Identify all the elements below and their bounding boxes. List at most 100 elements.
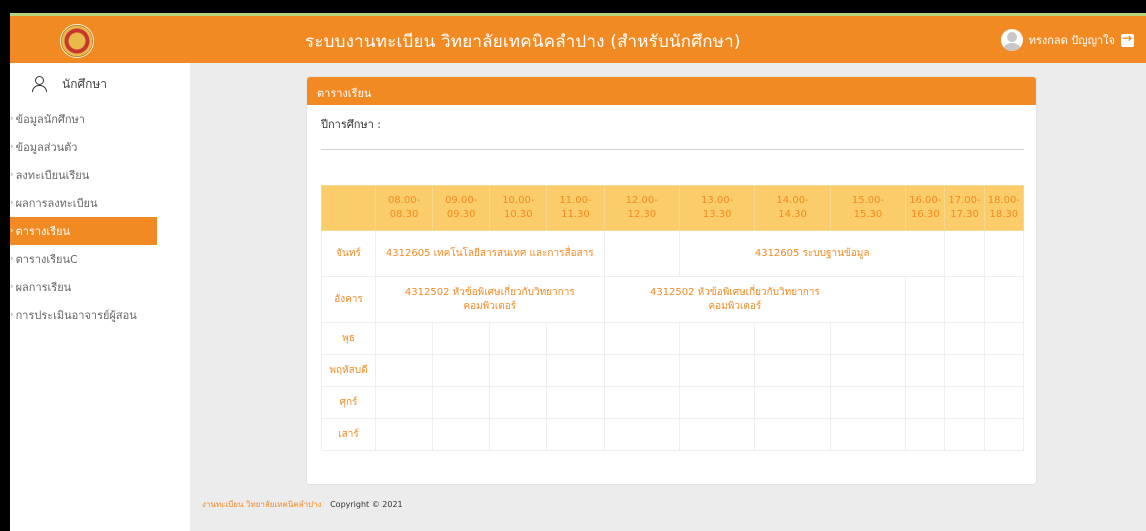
college-logo-icon[interactable] (60, 24, 94, 58)
empty-slot (678, 354, 756, 387)
empty-slot (603, 354, 680, 387)
empty-slot (374, 418, 434, 451)
empty-slot (678, 322, 756, 355)
day-label: พฤหัสบดี (321, 354, 376, 387)
sidebar-heading-label: นักศึกษา (62, 76, 107, 91)
empty-slot (374, 386, 434, 419)
empty-slot (603, 322, 680, 355)
sidebar-item-label: ตารางเรียนC (15, 253, 78, 266)
chevron-right-icon: › (10, 310, 14, 320)
chevron-right-icon: › (10, 226, 14, 236)
sidebar-item[interactable]: › ลงทะเบียนเรียน (10, 161, 190, 189)
screen-frame: ระบบงานทะเบียน วิทยาลัยเทคนิคลำปาง (สำหร… (0, 0, 1146, 531)
empty-slot (432, 322, 491, 355)
time-slot-header: 18.00- 18.30 (983, 185, 1025, 231)
app-title: ระบบงานทะเบียน วิทยาลัยเทคนิคลำปาง (สำหร… (305, 32, 741, 52)
empty-slot (546, 418, 605, 451)
empty-slot (489, 322, 548, 355)
empty-slot (489, 354, 548, 387)
empty-slot (829, 354, 907, 387)
empty-slot (603, 386, 680, 419)
empty-slot (905, 354, 946, 387)
chevron-right-icon: › (10, 114, 14, 124)
chevron-right-icon: › (10, 254, 14, 264)
sidebar-item-label: ข้อมูลส่วนตัว (15, 141, 78, 154)
sidebar-item-label: ผลการเรียน (15, 281, 72, 294)
copyright-text: Copyright © 2021 (330, 500, 403, 509)
empty-slot (546, 354, 605, 387)
sidebar-item-label: ตารางเรียน (15, 225, 71, 238)
time-slot-header: 13.00- 13.30 (678, 185, 756, 231)
sidebar-item-label: ผลการลงทะเบียน (15, 197, 98, 210)
day-label: อังคาร (321, 276, 376, 323)
day-label: จันทร์ (321, 230, 376, 277)
empty-slot (432, 418, 491, 451)
sidebar-item-label: ข้อมูลนักศึกษา (15, 113, 85, 126)
logout-icon[interactable] (1121, 31, 1134, 47)
class-block[interactable]: 4312502 หัวข้อพิเศษเกี่ยวกับวิทยาการคอมพ… (375, 276, 605, 323)
day-row: ศุกร์ (321, 386, 1025, 419)
chevron-right-icon: › (10, 170, 14, 180)
sidebar-item[interactable]: › ผลการลงทะเบียน (10, 189, 190, 217)
empty-slot (905, 276, 946, 323)
sidebar-heading: นักศึกษา (10, 63, 190, 105)
empty-slot (983, 322, 1025, 355)
timetable-card: ตารางเรียน ปีการศึกษา : 08.00- 08.30 09.0… (307, 77, 1036, 484)
card-title: ตารางเรียน (307, 77, 1036, 105)
corner-cell (321, 185, 376, 231)
day-label: ศุกร์ (321, 386, 376, 419)
empty-slot (754, 354, 831, 387)
sidebar-item[interactable]: › การประเมินอาจารย์ผู้สอน (10, 301, 190, 329)
empty-slot (983, 230, 1025, 277)
time-slot-header: 14.00- 14.30 (754, 185, 831, 231)
chevron-right-icon: › (10, 198, 14, 208)
empty-slot (754, 418, 831, 451)
user-menu[interactable]: ทรงกลด ปัญญาใจ (1000, 29, 1134, 51)
empty-slot (754, 322, 831, 355)
day-row: เสาร์ (321, 418, 1025, 451)
empty-slot (983, 386, 1025, 419)
sidebar: นักศึกษา › ข้อมูลนักศึกษา › ข้อมูลส่วนตัว › ล… (10, 63, 190, 531)
avatar[interactable] (1000, 29, 1023, 51)
sidebar-item[interactable]: › ตารางเรียนC (10, 245, 190, 273)
sidebar-item[interactable]: › ตารางเรียน (10, 217, 157, 245)
empty-slot (983, 276, 1025, 323)
footer: งานทะเบียน วิทยาลัยเทคนิคลำปาง Copyright… (202, 498, 403, 511)
time-slot-header: 08.00- 08.30 (374, 185, 434, 231)
class-block[interactable]: 4312605 เทคโนโลยีสารสนเทศ และการสื่อสาร (375, 230, 605, 277)
sidebar-item-label: การประเมินอาจารย์ผู้สอน (15, 309, 137, 322)
chevron-right-icon: › (10, 282, 14, 292)
empty-slot (944, 230, 985, 277)
empty-slot (905, 418, 946, 451)
empty-slot (829, 386, 907, 419)
empty-slot (983, 418, 1025, 451)
sidebar-item[interactable]: › ผลการเรียน (10, 273, 190, 301)
sidebar-item[interactable]: › ข้อมูลนักศึกษา (10, 105, 190, 133)
empty-slot (546, 322, 605, 355)
user-icon (32, 76, 47, 92)
day-row: พฤหัสบดี (321, 354, 1025, 387)
page: ระบบงานทะเบียน วิทยาลัยเทคนิคลำปาง (สำหร… (10, 13, 1146, 531)
empty-slot (944, 276, 985, 323)
footer-link[interactable]: งานทะเบียน วิทยาลัยเทคนิคลำปาง (202, 500, 322, 509)
empty-slot (905, 322, 946, 355)
empty-slot (754, 386, 831, 419)
empty-slot (829, 418, 907, 451)
empty-slot (374, 354, 434, 387)
day-row: จันทร์ 4312605 เทคโนโลยีสารสนเทศ และการสื… (321, 230, 1025, 277)
day-label: เสาร์ (321, 418, 376, 451)
time-slot-header: 16.00- 16.30 (905, 185, 946, 231)
empty-slot (678, 418, 756, 451)
empty-slot (983, 354, 1025, 387)
empty-slot (546, 386, 605, 419)
user-name[interactable]: ทรงกลด ปัญญาใจ (1029, 31, 1115, 49)
day-label: พุธ (321, 322, 376, 355)
empty-slot (603, 230, 680, 277)
class-block[interactable]: 4312502 หัวข้อพิเศษเกี่ยวกับวิทยาการคอมพ… (603, 276, 907, 323)
sidebar-item[interactable]: › ข้อมูลส่วนตัว (10, 133, 190, 161)
empty-slot (489, 418, 548, 451)
empty-slot (603, 418, 680, 451)
class-block[interactable]: 4312605 ระบบฐานข้อมูล (678, 230, 946, 277)
empty-slot (944, 386, 985, 419)
time-slot-header: 17.00- 17.30 (944, 185, 985, 231)
